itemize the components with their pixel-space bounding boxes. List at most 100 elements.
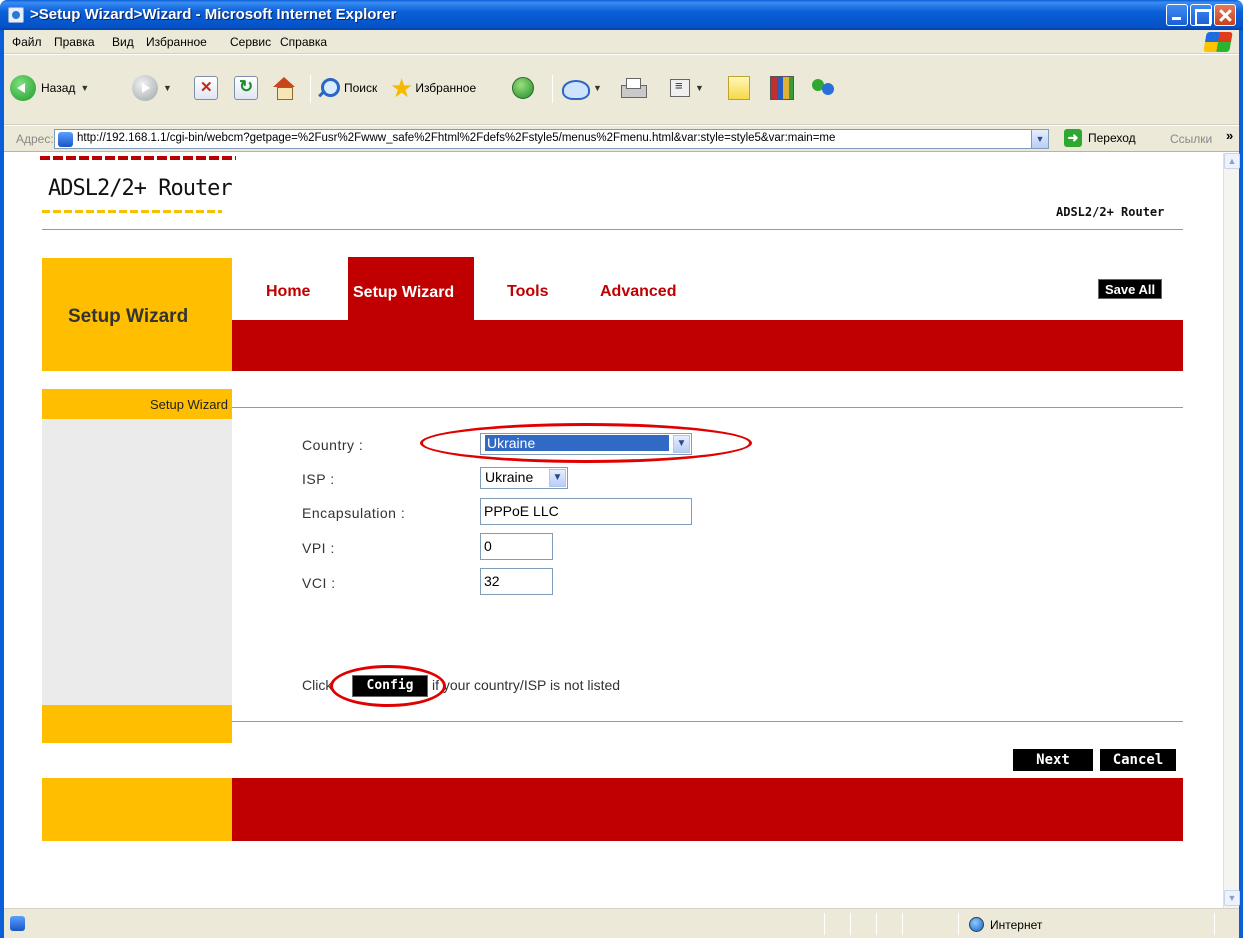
home-button[interactable] <box>272 72 296 104</box>
router-logo: ADSL2/2+ Router <box>48 176 233 201</box>
edit-button[interactable]: ▼ <box>670 72 704 104</box>
links-label[interactable]: Ссылки <box>1170 132 1212 146</box>
discuss-button[interactable] <box>728 72 750 104</box>
go-button[interactable]: ➜ Переход <box>1064 129 1136 147</box>
chevron-down-icon[interactable]: ▼ <box>549 469 566 487</box>
edit-icon <box>670 78 690 97</box>
research-button[interactable] <box>770 72 794 104</box>
chevron-down-icon[interactable]: ▼ <box>80 83 89 93</box>
vpi-field[interactable]: 0 <box>480 533 553 560</box>
status-separator <box>824 913 825 935</box>
address-url: http://192.168.1.1/cgi-bin/webcm?getpage… <box>77 132 836 144</box>
vertical-scrollbar[interactable]: ▲ ▼ <box>1223 153 1240 908</box>
isp-select[interactable]: Ukraine ▼ <box>480 467 568 489</box>
media-button[interactable] <box>512 72 534 104</box>
country-label: Country : <box>302 437 364 453</box>
next-button[interactable]: Next <box>1013 749 1093 771</box>
mail-button[interactable]: ▼ <box>562 72 602 104</box>
go-arrow-icon: ➜ <box>1064 129 1082 147</box>
isp-label: ISP : <box>302 471 335 487</box>
window-title: >Setup Wizard>Wizard - Microsoft Interne… <box>30 6 397 23</box>
encapsulation-field[interactable]: PPPoE LLC <box>480 498 692 525</box>
status-bar: Интернет <box>4 908 1239 938</box>
research-icon <box>770 76 794 100</box>
status-separator <box>902 913 903 935</box>
favorites-button[interactable]: ★ Избранное <box>390 72 476 104</box>
close-button[interactable] <box>1214 4 1236 26</box>
search-label: Поиск <box>344 81 378 95</box>
logo-decoration-top <box>40 156 236 160</box>
sidebar-panel <box>42 419 232 705</box>
minimize-button[interactable] <box>1166 4 1188 26</box>
toolbar-separator <box>310 75 311 103</box>
content-divider-top <box>232 407 1183 408</box>
chevron-down-icon[interactable]: ▼ <box>695 83 704 93</box>
chevron-right-icon[interactable]: » <box>1226 128 1233 143</box>
scroll-up-icon[interactable]: ▲ <box>1224 153 1240 169</box>
print-button[interactable] <box>620 72 647 104</box>
menu-file[interactable]: Файл <box>12 35 42 49</box>
menu-edit[interactable]: Правка <box>54 35 95 49</box>
internet-globe-icon <box>969 917 984 932</box>
print-icon <box>620 77 647 99</box>
back-arrow-icon <box>10 75 36 101</box>
window-titlebar: >Setup Wizard>Wizard - Microsoft Interne… <box>0 0 1243 30</box>
favorites-star-icon: ★ <box>390 73 414 103</box>
header-divider <box>42 229 1183 230</box>
sidebar-item-label: Setup Wizard <box>149 397 228 412</box>
config-hint-prefix: Click <box>302 677 333 693</box>
forward-button[interactable]: ▼ <box>132 72 172 104</box>
menu-favorites[interactable]: Избранное <box>146 35 207 49</box>
windows-logo-icon <box>1203 32 1233 52</box>
encapsulation-label: Encapsulation : <box>302 505 406 521</box>
maximize-button[interactable] <box>1190 4 1212 26</box>
page-status-icon <box>10 916 25 931</box>
search-button[interactable]: Поиск <box>318 72 377 104</box>
logo-decoration-bottom <box>42 210 222 213</box>
menu-help[interactable]: Справка <box>280 35 327 49</box>
nav-bar <box>232 320 1183 371</box>
address-label: Адрес: <box>16 132 54 146</box>
messenger-icon <box>810 76 836 100</box>
address-dropdown-icon[interactable]: ▼ <box>1031 130 1048 148</box>
status-separator <box>850 913 851 935</box>
tab-tools[interactable]: Tools <box>507 283 548 301</box>
tab-advanced[interactable]: Advanced <box>600 283 676 301</box>
save-all-button[interactable]: Save All <box>1098 279 1163 299</box>
address-input[interactable]: http://192.168.1.1/cgi-bin/webcm?getpage… <box>54 129 1049 149</box>
cancel-button[interactable]: Cancel <box>1100 749 1176 771</box>
forward-arrow-icon <box>132 75 158 101</box>
security-zone: Интернет <box>969 917 1042 932</box>
status-separator <box>958 913 959 935</box>
menu-bar: Файл Правка Вид Избранное Сервис Справка <box>4 30 1239 54</box>
back-label: Назад <box>41 81 76 95</box>
refresh-button[interactable] <box>234 72 258 104</box>
footer-yellow-block <box>42 778 232 841</box>
address-bar: Адрес: http://192.168.1.1/cgi-bin/webcm?… <box>4 126 1239 152</box>
section-title-block: Setup Wizard <box>42 258 232 371</box>
favorites-label: Избранное <box>415 81 477 95</box>
tab-setup-wizard[interactable]: Setup Wizard <box>348 257 474 321</box>
scroll-down-icon[interactable]: ▼ <box>1224 890 1240 906</box>
ie-window-icon[interactable] <box>8 7 24 23</box>
menu-tools[interactable]: Сервис <box>230 35 271 49</box>
stop-button[interactable] <box>194 72 218 104</box>
refresh-icon <box>234 76 258 100</box>
back-button[interactable]: Назад ▼ <box>10 72 89 104</box>
vci-field[interactable]: 32 <box>480 568 553 595</box>
vpi-label: VPI : <box>302 540 335 556</box>
note-icon <box>728 76 750 100</box>
tab-home[interactable]: Home <box>266 283 310 301</box>
router-brand: ADSL2/2+ Router <box>1056 205 1165 219</box>
sidebar-footer <box>42 705 232 743</box>
stop-icon <box>194 76 218 100</box>
messenger-button[interactable] <box>810 72 836 104</box>
status-separator <box>876 913 877 935</box>
sidebar-item-setup-wizard[interactable]: Setup Wizard <box>42 389 232 419</box>
chevron-down-icon[interactable]: ▼ <box>163 83 172 93</box>
browser-toolbar: Назад ▼ ▼ Поиск ★ Избранное ▼ ▼ <box>4 55 1239 125</box>
mail-icon <box>562 77 590 100</box>
zone-label: Интернет <box>990 917 1043 932</box>
chevron-down-icon[interactable]: ▼ <box>593 83 602 93</box>
menu-view[interactable]: Вид <box>112 35 134 49</box>
